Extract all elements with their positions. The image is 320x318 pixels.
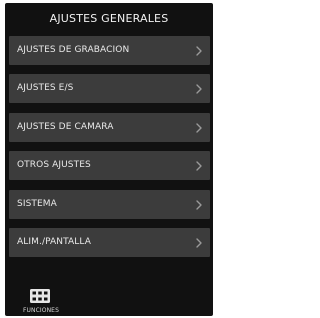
- menu-item-other-settings[interactable]: OTROS AJUSTES: [9, 151, 210, 181]
- menu-item-io-settings[interactable]: AJUSTES E/S: [9, 74, 210, 104]
- menu-item-label: AJUSTES DE GRABACION: [17, 45, 130, 55]
- chevron-right-icon: [196, 238, 202, 248]
- functions-button[interactable]: FUNCIONES: [11, 285, 71, 315]
- chevron-right-icon: [196, 123, 202, 133]
- chevron-right-icon: [196, 46, 202, 56]
- device-screen: AJUSTES GENERALES AJUSTES DE GRABACION A…: [5, 3, 213, 316]
- page-title: AJUSTES GENERALES: [49, 12, 169, 25]
- menu-item-label: AJUSTES DE CAMARA: [17, 121, 114, 132]
- menu-item-power-display[interactable]: ALIM./PANTALLA: [9, 227, 210, 257]
- menu-item-camera-settings[interactable]: AJUSTES DE CAMARA: [9, 112, 210, 142]
- menu-item-label: OTROS AJUSTES: [17, 160, 91, 171]
- chevron-right-icon: [196, 84, 202, 95]
- menu-item-label: ALIM./PANTALLA: [17, 236, 91, 247]
- menu-item-label: SISTEMA: [17, 198, 57, 209]
- menu-item-recording-settings[interactable]: AJUSTES DE GRABACION: [9, 36, 210, 65]
- chevron-right-icon: [196, 161, 202, 171]
- functions-label: FUNCIONES: [22, 307, 59, 314]
- settings-menu: AJUSTES DE GRABACION AJUSTES E/S AJUSTES…: [9, 36, 210, 266]
- grid-icon: [30, 289, 50, 303]
- menu-item-system[interactable]: SISTEMA: [9, 189, 210, 219]
- chevron-right-icon: [196, 199, 202, 210]
- menu-item-label: AJUSTES E/S: [17, 83, 74, 94]
